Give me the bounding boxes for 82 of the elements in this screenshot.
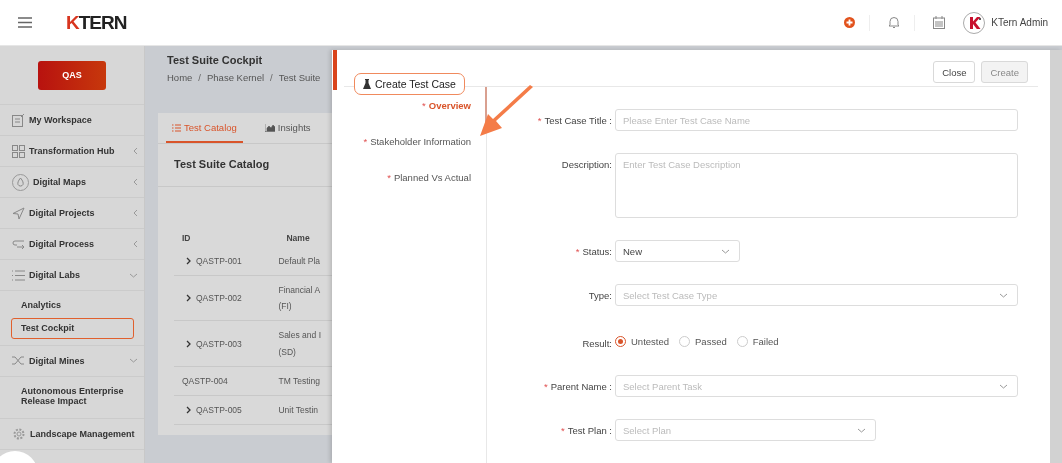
table-cell: QASTP-002 bbox=[196, 293, 242, 304]
chart-icon bbox=[264, 123, 275, 132]
step-tab[interactable]: * Planned Vs Actual bbox=[387, 171, 471, 183]
menu-icon[interactable] bbox=[18, 17, 32, 28]
process-icon bbox=[12, 239, 25, 249]
grid-icon bbox=[12, 144, 25, 158]
field-label: Type: bbox=[587, 289, 613, 301]
nav-item[interactable]: Transformation Hub bbox=[0, 136, 144, 167]
chevron-left-icon bbox=[133, 209, 138, 217]
expand-icon[interactable] bbox=[186, 257, 191, 266]
nav-item[interactable]: Digital Mines bbox=[0, 345, 144, 377]
table-cell: (FI) bbox=[278, 301, 292, 312]
nav-subitem[interactable]: Analytics bbox=[11, 295, 134, 316]
breadcrumb-link[interactable]: Test Suite bbox=[278, 72, 321, 83]
nav-subitem[interactable]: Test Cockpit bbox=[11, 317, 134, 339]
chevron-left-icon bbox=[133, 240, 138, 248]
breadcrumb-separator: / bbox=[270, 72, 273, 83]
chevron-down-icon bbox=[721, 248, 730, 254]
section-title: Create Test Case bbox=[354, 73, 465, 95]
table-cell: (SD) bbox=[278, 346, 296, 357]
tab[interactable]: Insights bbox=[258, 113, 317, 143]
nav-item[interactable]: My Workspace bbox=[0, 105, 144, 136]
nav-subitem[interactable]: Autonomous Enterprise Release Impact bbox=[11, 380, 134, 413]
bell-icon[interactable] bbox=[888, 16, 901, 29]
table-cell: Sales and I bbox=[278, 330, 321, 341]
chevron-left-icon bbox=[133, 178, 138, 186]
field-label: * Parent Name : bbox=[543, 380, 613, 392]
chevron-down-icon bbox=[857, 427, 866, 433]
table-cell: TM Testing bbox=[278, 375, 320, 386]
nav-item[interactable]: Digital Projects bbox=[0, 198, 144, 229]
scrollbar[interactable] bbox=[1050, 50, 1062, 463]
notepad-icon bbox=[12, 113, 25, 127]
gear-icon bbox=[12, 427, 26, 442]
add-icon[interactable] bbox=[844, 17, 856, 28]
expand-icon[interactable] bbox=[186, 339, 191, 348]
chevron-left-icon bbox=[133, 147, 138, 155]
avatar-icon[interactable] bbox=[963, 11, 986, 34]
list-icon bbox=[172, 123, 181, 132]
table-cell: QASTP-001 bbox=[196, 256, 242, 267]
user-name[interactable]: KTern Admin bbox=[991, 17, 1048, 28]
breadcrumb-separator: / bbox=[198, 72, 201, 83]
breadcrumb-link[interactable]: Home bbox=[167, 72, 193, 83]
nav-item[interactable]: Digital Process bbox=[0, 229, 144, 260]
column-header: Name bbox=[285, 233, 311, 245]
nav-item[interactable]: Digital Maps bbox=[0, 167, 144, 198]
table-cell: QASTP-003 bbox=[196, 338, 242, 349]
logo: KTERN bbox=[66, 11, 127, 34]
calendar-icon[interactable] bbox=[933, 16, 946, 29]
table-cell: QASTP-004 bbox=[182, 375, 228, 386]
field-label: Result: bbox=[581, 337, 613, 349]
field-label: * Status: bbox=[574, 245, 613, 257]
table-cell: Financial A bbox=[278, 285, 321, 296]
expand-icon[interactable] bbox=[186, 405, 191, 414]
send-icon bbox=[12, 206, 25, 220]
list-icon bbox=[12, 269, 25, 281]
breadcrumb-link[interactable]: Phase Kernel bbox=[207, 72, 265, 83]
field-label: * Test Case Title : bbox=[536, 114, 613, 126]
drop-circle-icon bbox=[12, 173, 29, 191]
nav-item[interactable]: Landscape Management bbox=[0, 419, 144, 451]
radio-option[interactable]: Failed bbox=[736, 336, 779, 347]
radio-option[interactable]: Untested bbox=[615, 336, 670, 347]
chevron-down-icon bbox=[999, 292, 1008, 298]
chevron-down-icon bbox=[129, 272, 138, 278]
field-label: Description: bbox=[560, 158, 613, 170]
step-tab[interactable]: * Stakeholder Information bbox=[363, 135, 471, 147]
field-label: * Test Plan : bbox=[559, 424, 613, 436]
table-cell: Unit Testin bbox=[278, 404, 318, 415]
action-button[interactable]: Close bbox=[933, 61, 976, 83]
table-cell: Default Pla bbox=[278, 256, 321, 266]
chevron-down-icon bbox=[129, 358, 138, 364]
chevron-down-icon bbox=[999, 383, 1008, 389]
environment-badge[interactable]: QAS bbox=[38, 60, 106, 90]
shuffle-icon bbox=[12, 355, 25, 367]
step-tab[interactable]: * Overview bbox=[422, 99, 471, 111]
nav-item[interactable]: Digital Labs bbox=[0, 260, 144, 291]
table-cell: QASTP-005 bbox=[196, 404, 242, 415]
column-header: ID bbox=[181, 233, 192, 245]
radio-option[interactable]: Passed bbox=[679, 336, 727, 347]
expand-icon[interactable] bbox=[186, 294, 191, 303]
page-title: Test Suite Cockpit bbox=[167, 54, 264, 66]
flask-icon bbox=[363, 79, 371, 89]
dropdown-field[interactable]: New bbox=[615, 240, 740, 262]
